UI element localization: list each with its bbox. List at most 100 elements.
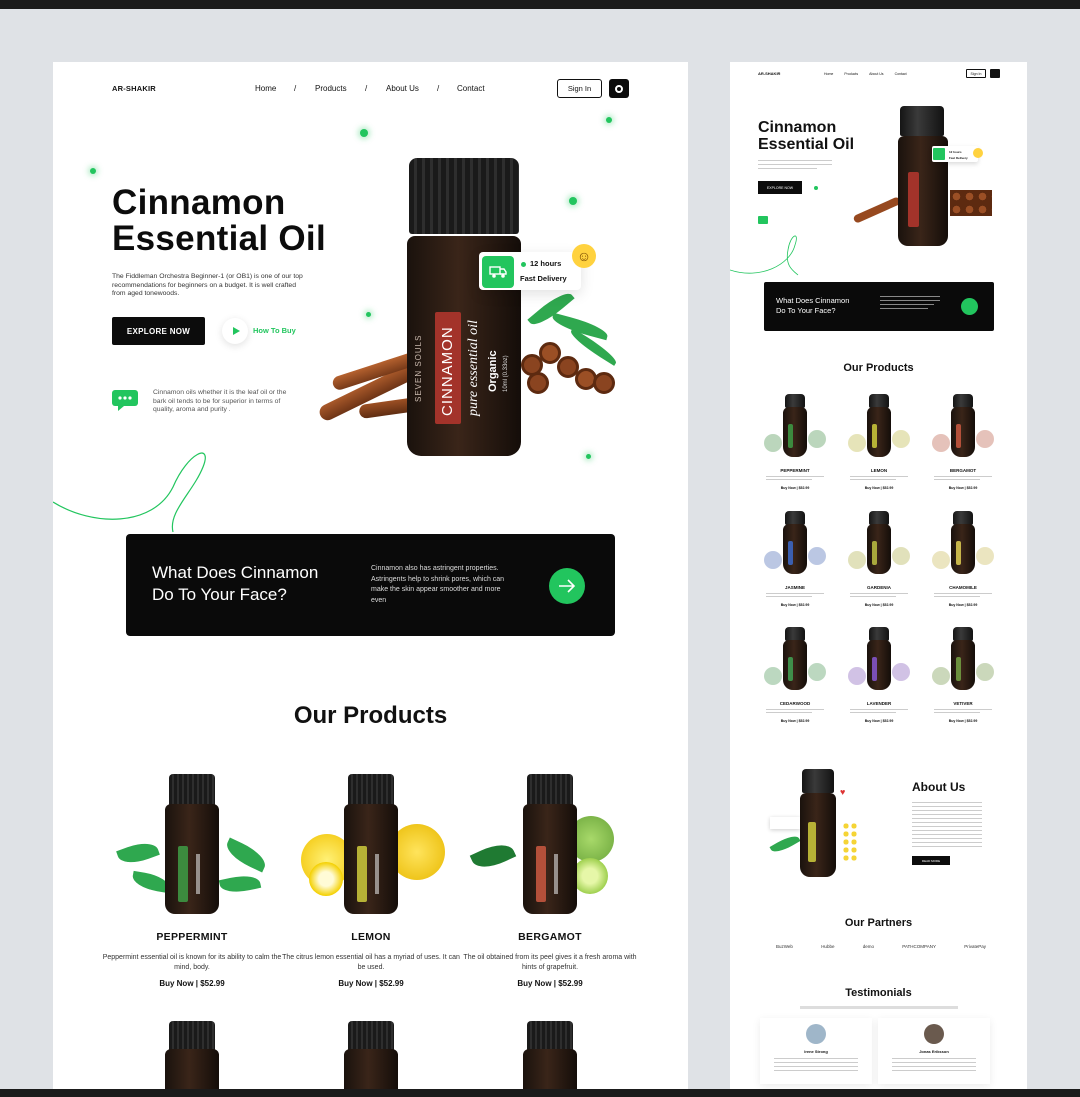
delivery-time: 12 hours: [530, 259, 562, 268]
main-page-preview: AR-SHAKIR Home / Products / About Us / C…: [53, 62, 688, 1089]
mini-about-text-lines: [912, 802, 982, 848]
mini-explore-button[interactable]: EXPLORE NOW: [758, 181, 802, 194]
play-icon: [232, 327, 240, 335]
nav-about[interactable]: About Us: [386, 84, 419, 93]
mini-product-name: BERGAMOT: [949, 468, 977, 473]
mini-buy-now-link[interactable]: Buy Now | $52.99: [844, 719, 914, 723]
partner-logo: Hubbe: [821, 944, 835, 949]
arrow-right-icon: [559, 579, 576, 593]
nav-sep: /: [437, 84, 440, 93]
decorative-dot: [606, 117, 612, 123]
mini-hero-text-lines: [758, 160, 832, 174]
decorative-curve: [53, 452, 206, 533]
mini-buy-now-link[interactable]: Buy Now | $52.99: [760, 603, 830, 607]
explore-now-button[interactable]: EXPLORE NOW: [112, 317, 205, 345]
product-image-partial: [523, 1021, 577, 1089]
mini-chat-icon: [758, 216, 768, 224]
mini-partners-title: Our Partners: [844, 917, 913, 929]
mini-about-title: About Us: [912, 780, 966, 794]
cart-button[interactable]: [609, 79, 629, 98]
hero-product-image: SEVEN SOULS CINNAMON pure essential oil …: [311, 152, 631, 472]
buy-now-link[interactable]: Buy Now | $52.99: [102, 979, 282, 988]
mini-product-image: [928, 392, 998, 464]
bottle-brand: SEVEN SOULS: [414, 334, 423, 402]
mini-product-image: [928, 509, 998, 581]
chat-icon: [112, 390, 140, 412]
buy-now-link[interactable]: Buy Now | $52.99: [281, 979, 461, 988]
buy-now-link[interactable]: Buy Now | $52.99: [460, 979, 640, 988]
testimonial-name: Irene Strong: [804, 1049, 828, 1054]
mini-product-name: LEMON: [870, 468, 888, 473]
product-description: The citrus lemon essential oil has a myr…: [282, 954, 460, 971]
bottle-name: CINNAMON: [439, 326, 456, 416]
sign-in-button[interactable]: Sign In: [557, 79, 602, 98]
product-image-partial: [165, 1021, 219, 1089]
mini-product-name: JASMINE: [784, 585, 805, 590]
mini-product-image: [928, 625, 998, 697]
mini-buy-now-link[interactable]: Buy Now | $52.99: [928, 719, 998, 723]
window-bottom-bar: [0, 1089, 1080, 1097]
partner-logo: PrivatePay: [964, 944, 986, 949]
status-dot: [521, 262, 526, 267]
partner-logo: BuzWeb: [776, 944, 793, 949]
mini-nav-products[interactable]: Products: [844, 72, 858, 76]
faq-arrow-button[interactable]: [549, 568, 585, 604]
product-name: BERGAMOT: [518, 931, 582, 943]
mini-buy-now-link[interactable]: Buy Now | $52.99: [928, 486, 998, 490]
mini-buy-now-link[interactable]: Buy Now | $52.99: [844, 603, 914, 607]
mini-faq-arrow[interactable]: [961, 298, 978, 315]
mini-product-description-lines: [934, 476, 992, 482]
nav-sep: /: [294, 84, 297, 93]
mini-buy-now-link[interactable]: Buy Now | $52.99: [928, 603, 998, 607]
faq-question-line1: What Does Cinnamon: [152, 563, 319, 582]
partner-logo: demo: [862, 944, 874, 949]
mini-buy-now-link[interactable]: Buy Now | $52.99: [760, 719, 830, 723]
mini-nav: Home Products About Us Contact: [824, 72, 907, 76]
mini-read-more-button[interactable]: READ MORE: [912, 856, 950, 865]
smiley-icon: ☺: [572, 244, 596, 268]
window-top-bar: [0, 0, 1080, 9]
nav-contact[interactable]: Contact: [457, 84, 485, 93]
cart-icon: [615, 84, 623, 93]
mini-product-image: [760, 509, 830, 581]
mini-product-image: [760, 392, 830, 464]
truck-icon: [482, 256, 514, 288]
mini-product-name: GARDENIA: [866, 585, 891, 590]
mini-product-description-lines: [766, 709, 824, 715]
nav-home[interactable]: Home: [255, 84, 276, 93]
product-image: [112, 774, 272, 924]
faq-question: What Does Cinnamon Do To Your Face?: [152, 562, 362, 606]
faq-question-line2: Do To Your Face?: [152, 585, 287, 604]
mini-testimonials-title: Testimonials: [845, 987, 912, 999]
play-button[interactable]: [222, 318, 248, 344]
mini-product-description-lines: [850, 709, 908, 715]
mini-decorative-curve: [730, 235, 799, 276]
mini-buy-now-link[interactable]: Buy Now | $52.99: [760, 486, 830, 490]
product-description: The oil obtained from its peel gives it …: [463, 954, 637, 971]
mini-nav-home[interactable]: Home: [824, 72, 833, 76]
mini-nav-about[interactable]: About Us: [869, 72, 883, 76]
mini-delivery-time: 12 hours: [949, 150, 962, 154]
mini-nav-contact[interactable]: Contact: [895, 72, 907, 76]
mini-play-icon: [814, 186, 818, 190]
mini-product-description-lines: [766, 593, 824, 599]
mini-product-name: LAVENDER: [866, 701, 892, 706]
product-image-partial: [344, 1021, 398, 1089]
cinnamon-bundle: [521, 332, 617, 402]
nav-products[interactable]: Products: [315, 84, 347, 93]
hero-note: Cinnamon oils whether it is the leaf oil…: [153, 389, 287, 413]
testimonial-name: Jonas Eriksson: [919, 1049, 949, 1054]
mini-cart[interactable]: [990, 69, 1000, 78]
mini-sign-in[interactable]: Sign In: [966, 69, 986, 78]
testimonial-card: Jonas Eriksson: [878, 1018, 990, 1084]
mini-page-preview: AR-SHAKIR Home Products About Us Contact…: [730, 62, 1027, 1089]
mini-hero-image: 12 hours Fast Delivery: [850, 102, 1000, 246]
mini-brand: AR-SHAKIR: [758, 71, 781, 76]
mini-buy-now-link[interactable]: Buy Now | $52.99: [844, 486, 914, 490]
how-to-buy-link[interactable]: How To Buy: [253, 326, 296, 335]
mini-faq-line1: What Does Cinnamon: [776, 296, 850, 305]
testimonial-card: Irene Strong: [760, 1018, 872, 1084]
brand-logo[interactable]: AR-SHAKIR: [112, 84, 156, 93]
decorative-dot: [360, 129, 368, 137]
mini-about-image: ♥: [769, 767, 870, 882]
